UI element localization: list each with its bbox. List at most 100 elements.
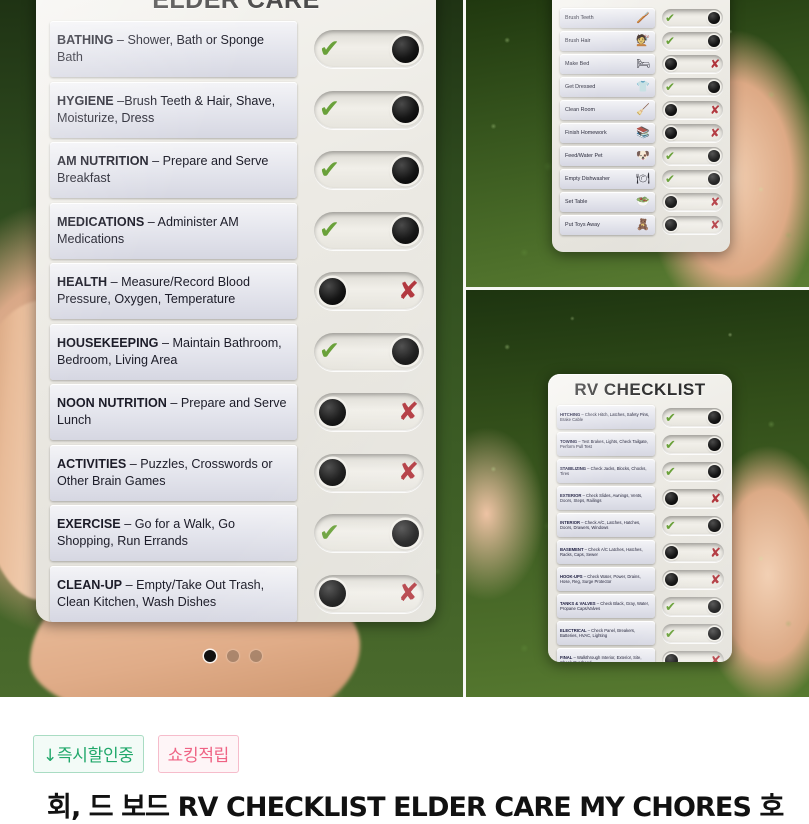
checklist-row[interactable]: ACTIVITIES – Puzzles, Crosswords or Othe…	[50, 444, 424, 501]
checklist-row[interactable]: FINAL – Walkthrough Interior, Exterior, …	[557, 648, 724, 662]
checklist-row[interactable]: HYGIENE –Brush Teeth & Hair, Shave, Mois…	[50, 81, 424, 138]
checklist-row[interactable]: CLEAN-UP – Empty/Take Out Trash, Clean K…	[50, 565, 424, 622]
toggle-slider[interactable]: ✘	[314, 453, 424, 492]
rv-checklist-board[interactable]: RV CHECKLIST HITCHING – Check Hitch, Lat…	[548, 374, 732, 662]
carousel-dot[interactable]	[226, 650, 239, 662]
toggle-slider[interactable]: ✘	[662, 216, 723, 234]
toggle-slider[interactable]: ✔	[662, 434, 724, 454]
slider-knob[interactable]	[665, 127, 677, 139]
checklist-row[interactable]: HEALTH – Measure/Record Blood Pressure, …	[50, 263, 424, 319]
checklist-row[interactable]: HOUSEKEEPING – Maintain Bathroom, Bedroo…	[50, 323, 424, 380]
slider-knob[interactable]	[708, 464, 721, 478]
toggle-slider[interactable]: ✔	[314, 90, 424, 129]
cross-icon: ✘	[398, 397, 419, 426]
slider-knob[interactable]	[392, 338, 419, 365]
checklist-row[interactable]: MEDICATIONS – Administer AM Medications ✔	[50, 202, 424, 259]
checklist-row[interactable]: NOON NUTRITION – Prepare and Serve Lunch…	[50, 384, 424, 440]
slider-knob[interactable]	[392, 96, 419, 123]
checklist-row[interactable]: EXERCISE – Go for a Walk, Go Shopping, R…	[50, 505, 424, 561]
carousel-dots[interactable]	[0, 650, 465, 662]
chore-row[interactable]: Set Table 🥗 ✘	[560, 192, 723, 212]
slider-knob[interactable]	[665, 104, 677, 116]
checklist-row[interactable]: BASEMENT – Check A/C Latches, Hatches, R…	[557, 540, 724, 564]
product-image-collage[interactable]: ELDER CARE BATHING – Shower, Bath or Spo…	[0, 0, 809, 697]
toggle-slider[interactable]: ✔	[662, 78, 723, 96]
toggle-slider[interactable]: ✘	[314, 272, 424, 310]
toggle-slider[interactable]: ✘	[662, 55, 723, 73]
slider-knob[interactable]	[319, 459, 346, 486]
slider-knob[interactable]	[392, 35, 419, 63]
toggle-slider[interactable]: ✔	[662, 623, 724, 643]
slider-knob[interactable]	[708, 437, 721, 451]
checklist-row[interactable]: STABILIZING – Check Jacks, Blocks, Chock…	[557, 459, 724, 483]
slider-knob[interactable]	[708, 12, 720, 24]
carousel-dot[interactable]	[203, 650, 216, 662]
checklist-row[interactable]: HITCHING – Check Hitch, Latches, Safety …	[557, 405, 724, 429]
toggle-slider[interactable]: ✘	[662, 542, 724, 562]
chore-row[interactable]: Brush Hair 💇 ✔	[560, 31, 723, 51]
slider-knob[interactable]	[665, 58, 677, 70]
toggle-slider[interactable]: ✔	[314, 211, 424, 250]
promo-badge-group: ↓즉시할인중 쇼킹적립	[33, 735, 240, 773]
slider-knob[interactable]	[665, 572, 678, 586]
slider-knob[interactable]	[665, 219, 677, 231]
carousel-dot[interactable]	[249, 650, 262, 662]
toggle-slider[interactable]: ✔	[314, 332, 424, 371]
checklist-row[interactable]: TOWING – Test Brakes, Lights, Check Tail…	[557, 432, 724, 456]
slider-knob[interactable]	[708, 173, 720, 185]
toggle-slider[interactable]: ✔	[662, 596, 724, 616]
toggle-slider[interactable]: ✔	[662, 9, 723, 27]
toggle-slider[interactable]: ✔	[314, 514, 424, 552]
toggle-slider[interactable]: ✔	[662, 147, 723, 165]
chore-row[interactable]: Empty Dishwasher 🍽 ✔	[560, 169, 723, 189]
toggle-slider[interactable]: ✘	[662, 124, 723, 142]
slider-knob[interactable]	[392, 217, 419, 244]
slider-knob[interactable]	[708, 626, 721, 640]
chore-row[interactable]: Feed/Water Pet 🐶 ✔	[560, 146, 723, 166]
checklist-row[interactable]: TANKS & VALVES – Check Black, Gray, Wate…	[557, 594, 724, 618]
toggle-slider[interactable]: ✘	[662, 193, 723, 211]
toggle-slider[interactable]: ✘	[662, 569, 724, 589]
my-chores-board[interactable]: MY CHORES Brush Teeth🪥✔Brush Hair💇✔Make …	[552, 0, 730, 252]
toggle-slider[interactable]: ✘	[662, 650, 724, 662]
toggle-slider[interactable]: ✘	[314, 574, 424, 613]
toggle-slider[interactable]: ✔	[662, 461, 724, 481]
chore-row[interactable]: Clean Room 🧹 ✘	[560, 100, 723, 120]
slider-knob[interactable]	[708, 150, 720, 162]
toggle-slider[interactable]: ✘	[662, 488, 724, 508]
checklist-row[interactable]: INTERIOR – Check A/C, Latches, Hatches, …	[557, 513, 724, 537]
chore-row[interactable]: Finish Homework 📚 ✘	[560, 123, 723, 143]
slider-knob[interactable]	[665, 653, 678, 662]
toggle-slider[interactable]: ✔	[662, 407, 724, 427]
chore-row[interactable]: Brush Teeth 🪥 ✔	[560, 8, 723, 28]
checklist-row[interactable]: ELECTRICAL – Check Panel, Breakers, Batt…	[557, 621, 724, 645]
slider-knob[interactable]	[665, 545, 678, 559]
slider-knob[interactable]	[392, 156, 419, 184]
elder-care-board[interactable]: ELDER CARE BATHING – Shower, Bath or Spo…	[36, 0, 436, 622]
slider-knob[interactable]	[708, 410, 721, 424]
slider-knob[interactable]	[708, 35, 720, 47]
toggle-slider[interactable]: ✔	[662, 515, 724, 535]
slider-knob[interactable]	[319, 398, 346, 426]
slider-knob[interactable]	[665, 491, 678, 505]
chore-row[interactable]: Put Toys Away 🧸 ✘	[560, 215, 723, 235]
checklist-row[interactable]: AM NUTRITION – Prepare and Serve Breakfa…	[50, 142, 424, 198]
toggle-slider[interactable]: ✘	[662, 101, 723, 119]
slider-knob[interactable]	[319, 277, 346, 305]
slider-knob[interactable]	[319, 580, 346, 607]
slider-knob[interactable]	[665, 196, 677, 208]
slider-knob[interactable]	[708, 518, 721, 532]
toggle-slider[interactable]: ✔	[662, 32, 723, 50]
checklist-row[interactable]: EXTERIOR – Check Slides, Awnings, Vents,…	[557, 486, 724, 510]
chore-row[interactable]: Make Bed 🛏 ✘	[560, 54, 723, 74]
slider-knob[interactable]	[708, 599, 721, 613]
toggle-slider[interactable]: ✔	[662, 170, 723, 188]
chore-row[interactable]: Get Dressed 👕 ✔	[560, 77, 723, 97]
checklist-row[interactable]: HOOK-UPS – Check Water, Power, Drains, H…	[557, 567, 724, 591]
slider-knob[interactable]	[392, 519, 419, 547]
slider-knob[interactable]	[708, 81, 720, 93]
toggle-slider[interactable]: ✔	[314, 30, 424, 68]
toggle-slider[interactable]: ✔	[314, 151, 424, 189]
checklist-row[interactable]: BATHING – Shower, Bath or Sponge Bath ✔	[50, 21, 424, 77]
toggle-slider[interactable]: ✘	[314, 393, 424, 431]
